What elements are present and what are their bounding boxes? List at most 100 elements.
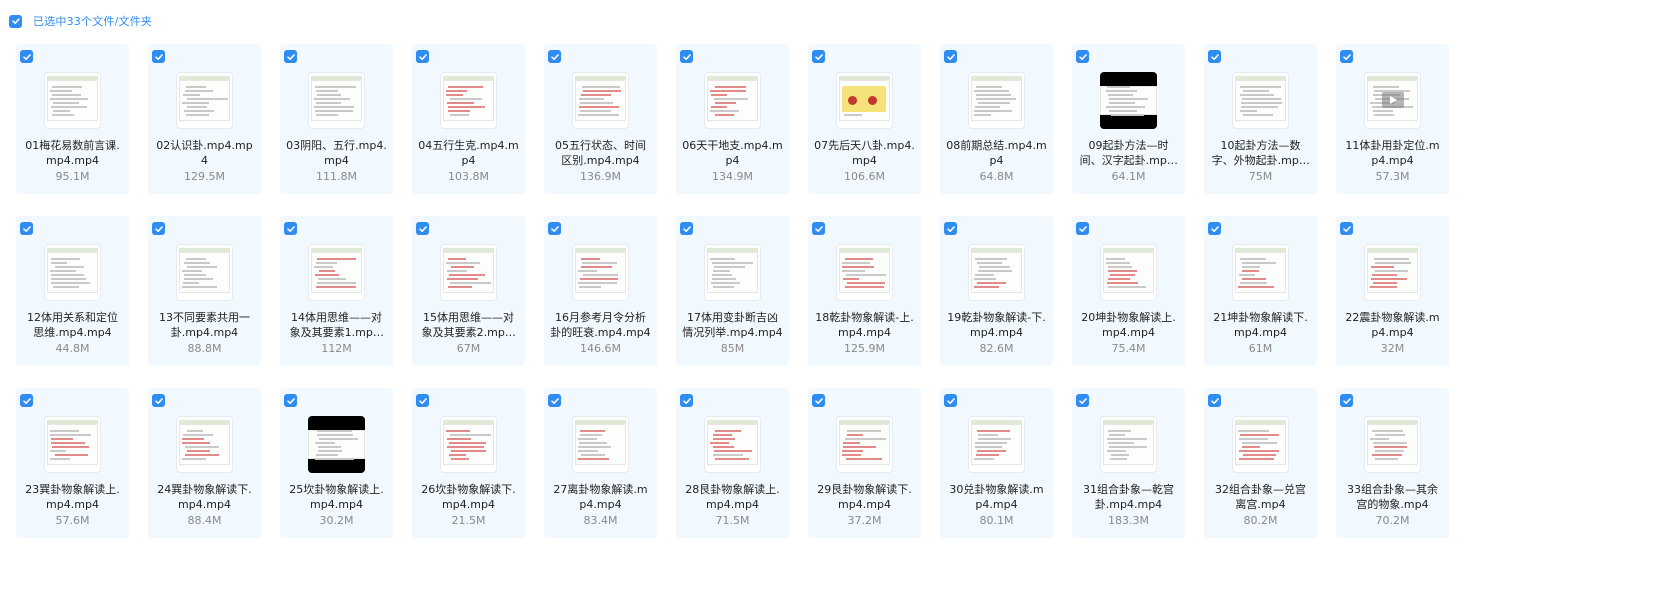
file-checkbox[interactable] [1208,222,1221,235]
file-name[interactable]: 30兑卦物象解读.mp4.mp4 [946,482,1047,512]
file-card[interactable]: 15体用思维——对象及其要素2.mp4.mp4 67M [412,216,525,366]
file-name[interactable]: 29艮卦物象解读下.mp4.mp4 [814,482,915,512]
video-thumbnail[interactable] [968,72,1025,129]
file-checkbox[interactable] [20,222,33,235]
file-card[interactable]: 26坎卦物象解读下.mp4.mp4 21.5M [412,388,525,538]
file-name[interactable]: 18乾卦物象解读-上.mp4.mp4 [814,310,915,340]
file-name[interactable]: 13不同要素共用一卦.mp4.mp4 [154,310,255,340]
file-name[interactable]: 09起卦方法—时间、汉字起卦.mp4.mp4 [1078,138,1179,168]
file-name[interactable]: 24巽卦物象解读下.mp4.mp4 [154,482,255,512]
file-card[interactable]: 04五行生克.mp4.mp4 103.8M [412,44,525,194]
file-checkbox[interactable] [812,394,825,407]
file-name[interactable]: 19乾卦物象解读-下.mp4.mp4 [946,310,1047,340]
file-name[interactable]: 28艮卦物象解读上.mp4.mp4 [682,482,783,512]
video-thumbnail[interactable] [44,244,101,301]
file-checkbox[interactable] [20,394,33,407]
file-name[interactable]: 06天干地支.mp4.mp4 [682,138,783,168]
file-name[interactable]: 22震卦物象解读.mp4.mp4 [1342,310,1443,340]
file-card[interactable]: 10起卦方法—数字、外物起卦.mp4.mp4 75M [1204,44,1317,194]
file-card[interactable]: 25坎卦物象解读上.mp4.mp4 30.2M [280,388,393,538]
file-name[interactable]: 23巽卦物象解读上.mp4.mp4 [22,482,123,512]
file-card[interactable]: 21坤卦物象解读下.mp4.mp4 61M [1204,216,1317,366]
file-name[interactable]: 21坤卦物象解读下.mp4.mp4 [1210,310,1311,340]
file-name[interactable]: 05五行状态、时间区别.mp4.mp4 [550,138,651,168]
video-thumbnail[interactable] [176,416,233,473]
file-checkbox[interactable] [152,50,165,63]
file-name[interactable]: 25坎卦物象解读上.mp4.mp4 [286,482,387,512]
file-checkbox[interactable] [680,222,693,235]
file-checkbox[interactable] [548,222,561,235]
file-checkbox[interactable] [284,222,297,235]
file-checkbox[interactable] [20,50,33,63]
file-name[interactable]: 04五行生克.mp4.mp4 [418,138,519,168]
file-checkbox[interactable] [416,222,429,235]
file-checkbox[interactable] [152,394,165,407]
video-thumbnail[interactable] [1364,72,1421,129]
file-card[interactable]: 33组合卦象—其余宫的物象.mp4 70.2M [1336,388,1449,538]
file-card[interactable]: 28艮卦物象解读上.mp4.mp4 71.5M [676,388,789,538]
file-name[interactable]: 20坤卦物象解读上.mp4.mp4 [1078,310,1179,340]
file-name[interactable]: 33组合卦象—其余宫的物象.mp4 [1342,482,1443,512]
video-thumbnail[interactable] [308,416,365,473]
video-thumbnail[interactable] [1100,72,1157,129]
file-name[interactable]: 32组合卦象—兑宫离宫.mp4 [1210,482,1311,512]
file-name[interactable]: 01梅花易数前言课.mp4.mp4 [22,138,123,168]
file-name[interactable]: 26坎卦物象解读下.mp4.mp4 [418,482,519,512]
file-checkbox[interactable] [944,50,957,63]
file-name[interactable]: 31组合卦象—乾宫卦.mp4.mp4 [1078,482,1179,512]
video-thumbnail[interactable] [836,72,893,129]
video-thumbnail[interactable] [1364,244,1421,301]
file-card[interactable]: 29艮卦物象解读下.mp4.mp4 37.2M [808,388,921,538]
video-thumbnail[interactable] [176,72,233,129]
file-name[interactable]: 07先后天八卦.mp4.mp4 [814,138,915,168]
file-checkbox[interactable] [1208,50,1221,63]
file-name[interactable]: 10起卦方法—数字、外物起卦.mp4.mp4 [1210,138,1311,168]
file-checkbox[interactable] [284,394,297,407]
video-thumbnail[interactable] [968,416,1025,473]
file-name[interactable]: 08前期总结.mp4.mp4 [946,138,1047,168]
file-checkbox[interactable] [548,394,561,407]
file-checkbox[interactable] [548,50,561,63]
video-thumbnail[interactable] [968,244,1025,301]
file-checkbox[interactable] [416,394,429,407]
file-checkbox[interactable] [680,394,693,407]
file-name[interactable]: 17体用变卦断吉凶情况列举.mp4.mp4 [682,310,783,340]
video-thumbnail[interactable] [704,244,761,301]
file-card[interactable]: 17体用变卦断吉凶情况列举.mp4.mp4 85M [676,216,789,366]
file-card[interactable]: 23巽卦物象解读上.mp4.mp4 57.6M [16,388,129,538]
file-card[interactable]: 31组合卦象—乾宫卦.mp4.mp4 183.3M [1072,388,1185,538]
file-checkbox[interactable] [944,222,957,235]
file-card[interactable]: 03阴阳、五行.mp4.mp4 111.8M [280,44,393,194]
video-thumbnail[interactable] [836,244,893,301]
file-checkbox[interactable] [1208,394,1221,407]
video-thumbnail[interactable] [572,244,629,301]
file-checkbox[interactable] [1076,50,1089,63]
file-checkbox[interactable] [1340,222,1353,235]
video-thumbnail[interactable] [704,416,761,473]
file-card[interactable]: 30兑卦物象解读.mp4.mp4 80.1M [940,388,1053,538]
video-thumbnail[interactable] [440,72,497,129]
video-thumbnail[interactable] [44,72,101,129]
file-name[interactable]: 27离卦物象解读.mp4.mp4 [550,482,651,512]
file-card[interactable]: 18乾卦物象解读-上.mp4.mp4 125.9M [808,216,921,366]
file-card[interactable]: 16月参考月令分析卦的旺衰.mp4.mp4 146.6M [544,216,657,366]
file-checkbox[interactable] [1340,394,1353,407]
video-thumbnail[interactable] [1232,416,1289,473]
file-checkbox[interactable] [1340,50,1353,63]
file-checkbox[interactable] [284,50,297,63]
video-thumbnail[interactable] [44,416,101,473]
file-checkbox[interactable] [416,50,429,63]
video-thumbnail[interactable] [1100,244,1157,301]
file-card[interactable]: 22震卦物象解读.mp4.mp4 32M [1336,216,1449,366]
file-checkbox[interactable] [1076,394,1089,407]
file-name[interactable]: 15体用思维——对象及其要素2.mp4.mp4 [418,310,519,340]
file-checkbox[interactable] [680,50,693,63]
file-card[interactable]: 09起卦方法—时间、汉字起卦.mp4.mp4 64.1M [1072,44,1185,194]
file-card[interactable]: 11体卦用卦定位.mp4.mp4 57.3M [1336,44,1449,194]
file-card[interactable]: 24巽卦物象解读下.mp4.mp4 88.4M [148,388,261,538]
file-card[interactable]: 05五行状态、时间区别.mp4.mp4 136.9M [544,44,657,194]
video-thumbnail[interactable] [308,244,365,301]
video-thumbnail[interactable] [836,416,893,473]
file-name[interactable]: 03阴阳、五行.mp4.mp4 [286,138,387,168]
file-checkbox[interactable] [152,222,165,235]
